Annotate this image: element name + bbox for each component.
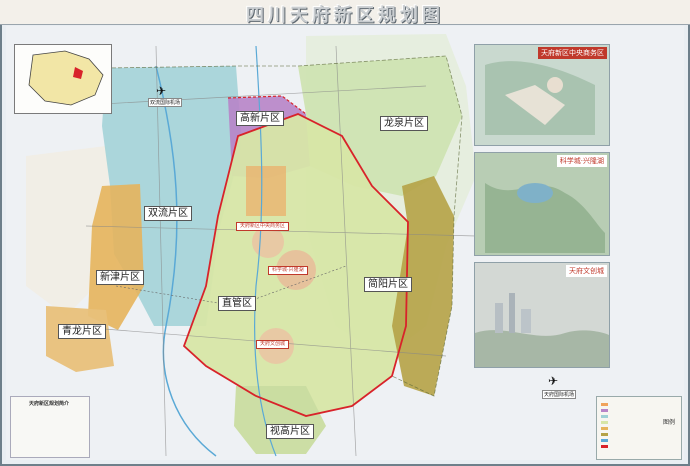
- legend-swatch: [601, 439, 608, 442]
- district-label-shuangliu[interactable]: 双流片区: [144, 206, 192, 221]
- province-inset-map: [14, 44, 112, 114]
- panel-science-title: 科学城·兴隆湖: [556, 155, 607, 167]
- zone-label-science[interactable]: 科学城·兴隆湖: [268, 266, 308, 275]
- airport-label: 天府国际机场: [542, 390, 577, 399]
- panel-center[interactable]: 天府新区中央商务区: [474, 44, 610, 146]
- airport-icon: ✈: [548, 374, 559, 388]
- legend: 图例: [596, 396, 682, 460]
- panel-center-title: 天府新区中央商务区: [538, 47, 607, 59]
- district-label-gaoxin[interactable]: 高新片区: [236, 111, 284, 126]
- zone-label-culture[interactable]: 天府文创城: [256, 340, 290, 349]
- legend-swatch: [601, 403, 608, 406]
- airport-icon: ✈: [156, 84, 167, 98]
- district-label-shigao[interactable]: 视高片区: [266, 424, 314, 439]
- notes-title: 天府新区规划简介: [29, 401, 70, 407]
- panel-culture-title: 天府文创城: [566, 265, 607, 277]
- airport-label: 双流国际机场: [148, 98, 183, 107]
- map-title: 四川天府新区规划图: [246, 5, 444, 26]
- district-label-zhiguan[interactable]: 直管区: [218, 296, 256, 311]
- legend-swatch: [601, 415, 608, 418]
- panel-culture[interactable]: 天府文创城: [474, 262, 610, 368]
- district-label-qinglong[interactable]: 青龙片区: [58, 324, 106, 339]
- district-label-jianyang[interactable]: 简阳片区: [364, 277, 412, 292]
- legend-swatch: [601, 433, 608, 436]
- legend-swatch: [601, 445, 608, 448]
- legend-swatch: [601, 421, 608, 424]
- district-label-xinjin[interactable]: 新津片区: [96, 270, 144, 285]
- legend-swatch: [601, 427, 608, 430]
- district-label-longquan[interactable]: 龙泉片区: [380, 116, 428, 131]
- panel-science[interactable]: 科学城·兴隆湖: [474, 152, 610, 256]
- intro-notes: 天府新区规划简介: [10, 396, 90, 458]
- zone-label-center[interactable]: 天府新区中央商务区: [236, 222, 290, 231]
- legend-swatch: [601, 409, 608, 412]
- title-bar: 四川天府新区规划图: [0, 0, 690, 26]
- legend-title: 图例: [662, 419, 675, 426]
